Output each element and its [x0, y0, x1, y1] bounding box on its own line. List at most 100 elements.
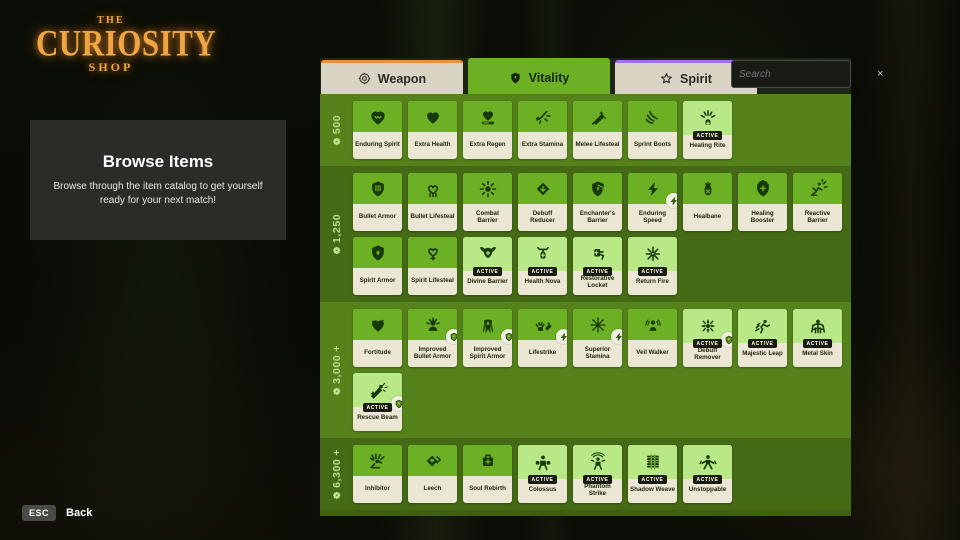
item-card[interactable]: Healbane	[683, 173, 732, 231]
item-card[interactable]: Enduring Speed	[628, 173, 677, 231]
tab-accent-bar	[468, 58, 610, 61]
tier-price-label: ❁ 500	[320, 101, 353, 159]
item-card[interactable]: ACTIVE Health Nova	[518, 237, 567, 295]
item-card[interactable]: ACTIVE Divine Barrier	[463, 237, 512, 295]
item-card[interactable]: Soul Rebirth	[463, 445, 512, 503]
search-box[interactable]: ×	[731, 60, 883, 88]
tier-price-value: 1,250	[330, 213, 343, 244]
back-control[interactable]: ESC Back	[22, 505, 92, 521]
item-card[interactable]: ACTIVE Metal Skin	[793, 309, 842, 367]
item-icon-area	[628, 101, 677, 132]
item-name: Melee Lifesteal	[575, 141, 620, 149]
item-card[interactable]: ACTIVE Unstoppable	[683, 445, 732, 503]
item-card[interactable]: ACTIVE Majestic Leap	[738, 309, 787, 367]
item-card[interactable]: ACTIVE Return Fire	[628, 237, 677, 295]
vitality-shield-icon	[509, 71, 522, 85]
item-icon-area: ACTIVE	[683, 101, 732, 140]
tab-vitality[interactable]: Vitality	[468, 58, 610, 94]
item-card[interactable]: Reactive Barrier	[793, 173, 842, 231]
item-card[interactable]: Healing Booster	[738, 173, 787, 231]
leech-icon	[423, 451, 443, 471]
item-name: Extra Health	[414, 141, 451, 149]
colossus-icon	[533, 452, 553, 472]
tier-price-label: ❁ 6,300 +	[320, 445, 353, 503]
item-icon-area: ACTIVE	[628, 237, 677, 276]
item-card[interactable]: Melee Lifesteal	[573, 101, 622, 159]
item-card[interactable]: Fortitude	[353, 309, 402, 367]
item-active-badge: ACTIVE	[637, 267, 668, 276]
tier-row: ❁ 6,300 + Inhibitor Leech Soul Rebirth ACTIVE C…	[320, 438, 851, 510]
item-card[interactable]: Extra Regen	[463, 101, 512, 159]
item-icon-area: ACTIVE	[518, 237, 567, 276]
item-card[interactable]: ACTIVE Colossus	[518, 445, 567, 503]
item-card[interactable]: Bullet Lifesteal	[408, 173, 457, 231]
debuff-reducer-icon	[533, 179, 553, 199]
item-card[interactable]: ACTIVE Shadow Weave	[628, 445, 677, 503]
item-card[interactable]: ACTIVE Healing Rite	[683, 101, 732, 159]
item-active-badge: ACTIVE	[527, 475, 558, 484]
item-card[interactable]: Combat Barrier	[463, 173, 512, 231]
extra-regen-icon	[478, 107, 498, 127]
tier-row: ❁ 3,000 + Fortitude Improved Bullet Armor Imp…	[320, 302, 851, 438]
item-card[interactable]: Improved Spirit Armor	[463, 309, 512, 367]
item-card[interactable]: Enchanter's Barrier	[573, 173, 622, 231]
extra-stamina-icon	[533, 107, 553, 127]
item-upgrade-badge-icon	[446, 329, 457, 344]
sprint-boots-icon	[643, 107, 663, 127]
item-icon-area: ACTIVE	[793, 309, 842, 348]
search-input[interactable]	[739, 68, 873, 80]
item-card[interactable]: ACTIVE Debuff Remover	[683, 309, 732, 367]
item-upgrade-badge-icon	[391, 396, 402, 411]
shop-logo: THE CURIOSITY SHOP	[36, 16, 216, 78]
item-card[interactable]: Veil Walker	[628, 309, 677, 367]
item-card[interactable]: Sprint Boots	[628, 101, 677, 159]
rescue-beam-icon	[368, 380, 388, 400]
item-card[interactable]: Debuff Reducer	[518, 173, 567, 231]
item-icon-area	[463, 173, 512, 204]
inhibitor-icon	[368, 451, 388, 471]
tier-items: Fortitude Improved Bullet Armor Improved S…	[353, 309, 851, 431]
tier-items: Enduring Spirit Extra Health Extra Regen Ex…	[353, 101, 851, 159]
item-upgrade-badge-icon	[611, 329, 622, 344]
superior-stamina-icon	[588, 315, 608, 335]
item-name: Inhibitor	[365, 485, 390, 493]
item-icon-area	[463, 445, 512, 476]
item-card[interactable]: Inhibitor	[353, 445, 402, 503]
browse-items-panel: Browse Items Browse through the item cat…	[30, 120, 286, 240]
tier-items: Bullet Armor Bullet Lifesteal Combat Barri…	[353, 173, 851, 295]
tier-row: ❁ 500 Enduring Spirit Extra Health Extra Reg…	[320, 94, 851, 166]
melee-lifesteal-icon	[588, 107, 608, 127]
item-card[interactable]: Lifestrike	[518, 309, 567, 367]
lifestrike-icon	[533, 315, 553, 335]
item-card[interactable]: Enduring Spirit	[353, 101, 402, 159]
item-card[interactable]: Spirit Armor	[353, 237, 402, 295]
clear-search-icon[interactable]: ×	[873, 68, 883, 80]
item-shop-panel: Weapon Vitality Spirit × ❁ 500 Enduring Spir…	[320, 58, 883, 516]
item-card[interactable]: ACTIVE Restorative Locket	[573, 237, 622, 295]
improved-bullet-armor-icon	[423, 315, 443, 335]
item-icon-area: ACTIVE	[573, 445, 622, 484]
metal-skin-icon	[808, 316, 828, 336]
unstoppable-icon	[698, 452, 718, 472]
item-card[interactable]: Superior Stamina	[573, 309, 622, 367]
item-icon-area	[408, 237, 457, 268]
majestic-leap-icon	[753, 316, 773, 336]
item-card[interactable]: ACTIVE Phantom Strike	[573, 445, 622, 503]
item-card[interactable]: Extra Health	[408, 101, 457, 159]
item-icon-area	[738, 173, 787, 204]
item-card[interactable]: ACTIVE Rescue Beam	[353, 373, 402, 431]
item-card[interactable]: Bullet Armor	[353, 173, 402, 231]
veil-walker-icon	[643, 315, 663, 335]
item-card[interactable]: Extra Stamina	[518, 101, 567, 159]
item-active-badge: ACTIVE	[582, 475, 613, 484]
item-icon-area	[408, 101, 457, 132]
item-card[interactable]: Leech	[408, 445, 457, 503]
bullet-armor-icon	[368, 179, 388, 199]
tab-weapon[interactable]: Weapon	[321, 60, 463, 94]
item-card[interactable]: Spirit Lifesteal	[408, 237, 457, 295]
item-active-badge: ACTIVE	[362, 403, 393, 412]
item-icon-area	[408, 445, 457, 476]
item-card[interactable]: Improved Bullet Armor	[408, 309, 457, 367]
item-name: Sprint Boots	[633, 141, 672, 149]
item-icon-area	[518, 309, 567, 344]
